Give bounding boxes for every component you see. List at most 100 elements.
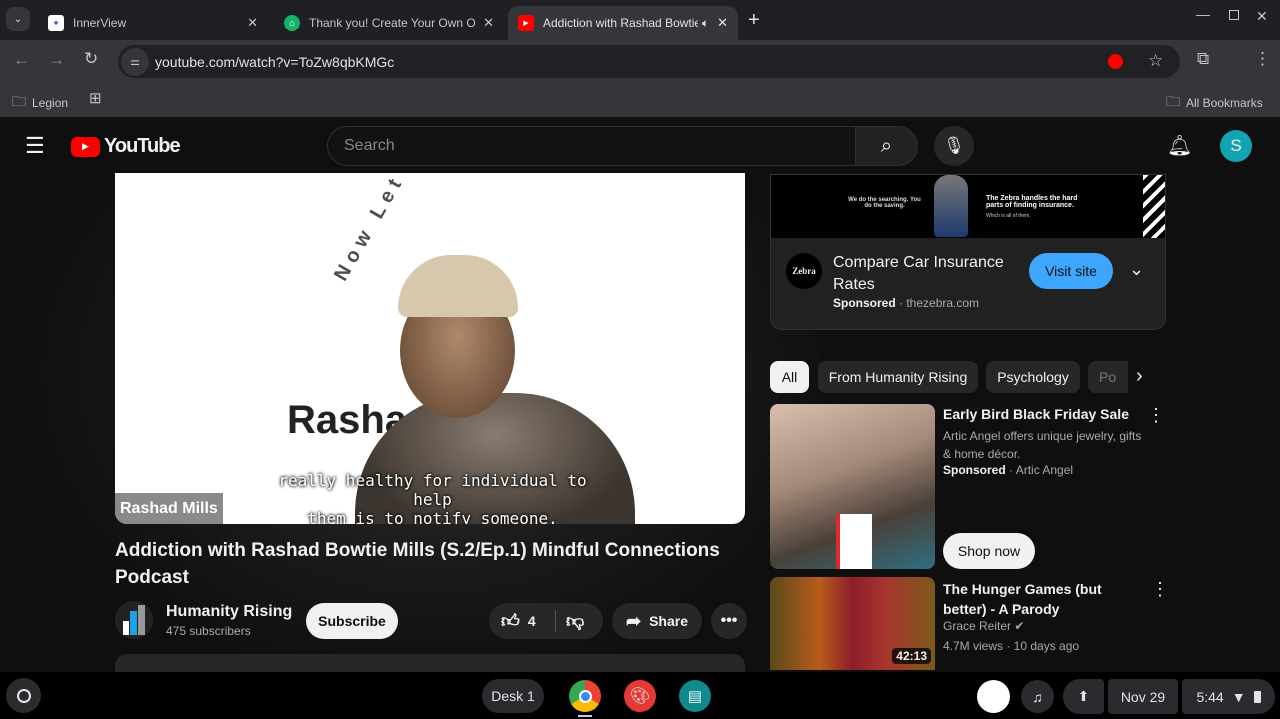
- ad-banner[interactable]: We do the searching. You do the saving. …: [771, 175, 1165, 238]
- dislike-button[interactable]: 👎︎: [556, 610, 584, 632]
- rec-description: Artic Angel offers unique jewelry, gifts…: [943, 429, 1142, 461]
- youtube-logo[interactable]: ▶ YouTube: [71, 135, 181, 158]
- rec-title[interactable]: Early Bird Black Friday Sale: [943, 406, 1129, 422]
- green-favicon-icon: ⌂: [284, 15, 300, 31]
- update-button[interactable]: ⬆: [1063, 679, 1104, 714]
- maximize-button[interactable]: [1229, 10, 1239, 20]
- upload-circle-icon: ⬆: [1077, 688, 1090, 704]
- bookmark-folder-legion[interactable]: 🗀︎ Legion: [12, 91, 68, 115]
- tab-search-button[interactable]: ⌄: [6, 7, 30, 31]
- date-tray[interactable]: Nov 29: [1108, 679, 1178, 714]
- channel-name[interactable]: Humanity Rising: [166, 603, 292, 621]
- chip-all[interactable]: All: [770, 361, 809, 393]
- extensions-icon[interactable]: ⧉: [1197, 49, 1209, 69]
- bookmark-star-icon[interactable]: ☆: [1148, 51, 1163, 71]
- rec-more-kebab-icon[interactable]: ⋮: [1147, 405, 1165, 426]
- holding-space-button[interactable]: [977, 680, 1010, 713]
- folder-icon: 🗀︎: [12, 93, 26, 109]
- all-bookmarks[interactable]: 🗀︎ All Bookmarks: [1166, 91, 1263, 115]
- youtube-extension-icon[interactable]: [1108, 54, 1123, 69]
- back-button[interactable]: ←: [13, 50, 30, 70]
- menu-kebab-icon[interactable]: ⋮: [1254, 49, 1271, 69]
- channel-avatar[interactable]: [115, 601, 153, 639]
- status-tray[interactable]: 5:44 ▼: [1182, 679, 1275, 714]
- ad-meta: Sponsored · thezebra.com: [833, 296, 980, 310]
- url-text[interactable]: youtube.com/watch?v=ToZw8qbKMGc: [155, 54, 394, 70]
- forward-button[interactable]: →: [48, 50, 65, 70]
- voice-search-button[interactable]: 🎙︎: [934, 126, 974, 166]
- close-tab-icon[interactable]: ✕: [717, 15, 728, 31]
- chrome-app-icon[interactable]: [569, 680, 601, 712]
- battery-icon: [1253, 690, 1261, 703]
- speaker-icon[interactable]: 🔈︎: [702, 16, 709, 31]
- ad-card[interactable]: We do the searching. You do the saving. …: [770, 174, 1166, 330]
- minimize-button[interactable]: —: [1196, 6, 1210, 22]
- verified-check-icon: ✔: [1014, 619, 1025, 633]
- rec-meta: 4.7M views · 10 days ago: [943, 639, 1080, 653]
- zebra-figure: [934, 175, 968, 237]
- search-input[interactable]: Search: [327, 126, 856, 166]
- chip-from-humanity-rising[interactable]: From Humanity Rising: [818, 361, 978, 393]
- share-button[interactable]: ➦ Share: [612, 603, 702, 639]
- desk-button[interactable]: Desk 1: [482, 679, 544, 713]
- launcher-circle-icon: [16, 688, 31, 703]
- ad-thumbnail[interactable]: [770, 404, 935, 569]
- hamburger-menu-icon[interactable]: ☰: [25, 133, 45, 159]
- more-actions-button[interactable]: •••: [711, 603, 747, 639]
- close-tab-icon[interactable]: ✕: [247, 15, 258, 31]
- duration-badge: 42:13: [892, 648, 931, 664]
- raised-hands-icon: [123, 605, 145, 635]
- tab-innerview[interactable]: ✦ InnerView ✕: [38, 6, 268, 40]
- browser-toolbar: ← → ↻ ⚌ youtube.com/watch?v=ToZw8qbKMGc …: [0, 40, 1280, 82]
- launcher-button[interactable]: [6, 678, 41, 713]
- share-arrow-icon: ➦: [625, 610, 642, 631]
- tab-youtube-active[interactable]: ▶ Addiction with Rashad Bowtie Mills 🔈︎ …: [508, 6, 738, 40]
- ad-title[interactable]: Compare Car Insurance Rates: [833, 252, 1023, 296]
- rec-ad-meta: Sponsored · Artic Angel: [943, 463, 1074, 477]
- video-player[interactable]: Now Let's Talk Rashad Mills really healt…: [115, 173, 745, 524]
- tab-strip: ⌄ ✦ InnerView ✕ ⌂ Thank you! Create Your…: [0, 0, 1280, 40]
- youtube-favicon-icon: ▶: [518, 15, 534, 31]
- rec-more-kebab-icon[interactable]: ⋮: [1151, 579, 1169, 600]
- caption-box: really healthy for individual to help th…: [278, 471, 587, 524]
- media-controls-icon[interactable]: ♫: [1021, 680, 1054, 713]
- rec-title[interactable]: The Hunger Games (but better) - A Parody: [943, 579, 1143, 619]
- like-dislike-group: 👍︎ 4 👎︎: [489, 603, 603, 639]
- visit-site-button[interactable]: Visit site: [1029, 253, 1113, 289]
- search-icon: ⌕: [880, 134, 893, 157]
- chevron-down-icon[interactable]: ⌄: [1129, 259, 1144, 280]
- like-button[interactable]: 👍︎ 4: [489, 610, 556, 632]
- video-title: Addiction with Rashad Bowtie Mills (S.2/…: [115, 540, 720, 588]
- gift-box: [836, 514, 872, 569]
- chips-next-chevron-icon[interactable]: ›: [1136, 365, 1143, 388]
- subscriber-count: 475 subscribers: [166, 624, 251, 638]
- thumbs-down-icon: 👎︎: [566, 611, 585, 631]
- stripes-decoration: [1143, 175, 1165, 238]
- close-window-button[interactable]: ✕: [1256, 8, 1268, 25]
- folder-icon: 🗀︎: [1166, 93, 1180, 109]
- avatar[interactable]: S: [1220, 130, 1252, 162]
- notifications-bell-icon[interactable]: 🔔︎: [1167, 133, 1192, 158]
- lower-third-name: Rashad Mills: [115, 493, 223, 524]
- video-thumbnail[interactable]: 42:13: [770, 577, 935, 670]
- thumbs-up-icon: 👍︎: [501, 611, 520, 631]
- close-tab-icon[interactable]: ✕: [483, 15, 494, 31]
- subscribe-button[interactable]: Subscribe: [306, 603, 398, 639]
- youtube-play-icon: ▶: [71, 136, 100, 157]
- chip-partial[interactable]: Po: [1088, 361, 1128, 393]
- search-button[interactable]: ⌕: [855, 126, 918, 166]
- innerview-favicon-icon: ✦: [48, 15, 64, 31]
- advertiser-logo: Zebra: [786, 253, 822, 289]
- address-bar[interactable]: ⚌ youtube.com/watch?v=ToZw8qbKMGc ☆: [118, 45, 1180, 78]
- bookmarks-bar: 🗀︎ Legion ⊞ 🗀︎ All Bookmarks: [0, 82, 1280, 117]
- paint-app-icon[interactable]: 🎨︎: [624, 680, 656, 712]
- shop-now-button[interactable]: Shop now: [943, 533, 1035, 569]
- reload-button[interactable]: ↻: [84, 49, 98, 69]
- new-tab-button[interactable]: +: [748, 9, 760, 32]
- site-info-icon[interactable]: ⚌: [121, 47, 149, 76]
- classroom-app-icon[interactable]: ▤: [679, 680, 711, 712]
- system-shelf: Desk 1 🎨︎ ▤ ♫ ⬆ Nov 29 5:44 ▼: [0, 672, 1280, 719]
- chip-psychology[interactable]: Psychology: [986, 361, 1080, 393]
- tab-thank-you[interactable]: ⌂ Thank you! Create Your Own Online ✕: [274, 6, 504, 40]
- apps-grid-icon[interactable]: ⊞: [89, 89, 102, 107]
